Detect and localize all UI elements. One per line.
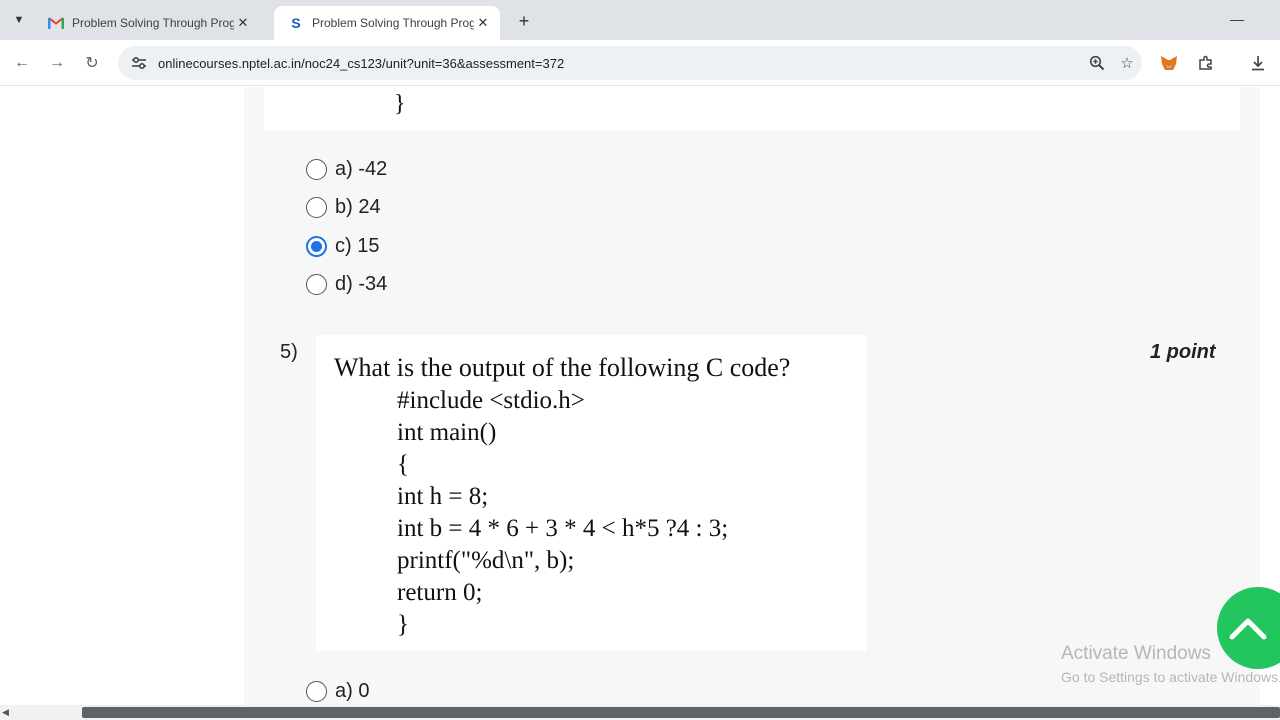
code-line: int main() [397,419,497,446]
question-points: 1 point [1150,341,1216,363]
radio-button-selected[interactable] [306,235,327,257]
option-label: b) 24 [335,195,381,218]
url-text: onlinecourses.nptel.ac.in/noc24_cs123/un… [158,55,565,71]
option-c[interactable]: c) 15 [306,232,379,260]
gmail-icon [48,15,64,31]
close-icon[interactable]: ✕ [234,14,252,32]
tab-title: Problem Solving Through Progr [72,16,234,30]
close-icon[interactable]: ✕ [474,14,492,32]
reload-icon[interactable]: ↻ [80,51,104,75]
code-line: int b = 4 * 6 + 3 * 4 < h*5 ?4 : 3; [397,515,729,542]
code-line: return 0; [397,579,483,606]
option-label: a) -42 [335,157,388,180]
code-line: int h = 8; [397,483,489,510]
tab-gmail[interactable]: Problem Solving Through Progr ✕ [34,6,260,40]
new-tab-button[interactable]: + [512,10,536,32]
chevron-down-icon: ▼ [13,14,25,26]
tab-strip: ▼ Problem Solving Through Progr ✕ S Prob… [0,0,1280,40]
q5-option-a[interactable]: a) 0 [306,677,369,705]
radio-button[interactable] [306,196,327,218]
chevron-up-icon [1228,616,1268,640]
minimize-button[interactable]: — [1222,8,1252,30]
forward-icon[interactable]: → [45,51,69,75]
browser-toolbar: ← → ↻ onlinecourses.nptel.ac.in/noc24_cs… [0,40,1280,86]
option-label: c) 15 [335,234,380,257]
option-label: a) 0 [335,679,370,702]
zoom-icon[interactable] [1082,48,1112,78]
question-number: 5) [280,341,298,363]
tab-search-button[interactable]: ▼ [6,8,32,32]
scroll-left-icon[interactable]: ◀ [2,707,9,718]
horizontal-scrollbar[interactable]: ◀ [0,705,1280,720]
swayam-icon: S [291,15,301,31]
site-settings-icon[interactable] [124,48,154,78]
radio-button[interactable] [306,158,327,180]
previous-question-code: } [264,87,1240,131]
watermark-subtitle: Go to Settings to activate Windows. [1061,669,1280,685]
option-label: d) -34 [335,272,388,295]
radio-button[interactable] [306,680,327,702]
code-line: { [397,451,409,478]
download-icon[interactable] [1245,51,1271,75]
code-line: #include <stdio.h> [397,387,585,414]
metamask-extension-icon[interactable] [1156,51,1182,75]
tab-nptel[interactable]: S Problem Solving Through Progr ✕ [274,6,500,40]
option-d[interactable]: d) -34 [306,270,387,298]
page-content: } a) -42 b) 24 c) 15 d) -34 5) 1 point W… [0,87,1280,705]
code-line: } [397,611,409,638]
watermark-title: Activate Windows [1061,643,1211,664]
address-bar[interactable]: onlinecourses.nptel.ac.in/noc24_cs123/un… [118,46,1142,80]
code-line: printf("%d\n", b); [397,547,575,574]
option-b[interactable]: b) 24 [306,193,381,221]
option-a[interactable]: a) -42 [306,155,387,183]
question-image: What is the output of the following C co… [316,335,866,651]
bookmark-star-icon[interactable]: ☆ [1112,48,1142,78]
scrollbar-thumb[interactable] [82,707,1280,718]
code-closing-brace: } [394,91,406,117]
extensions-puzzle-icon[interactable] [1193,51,1219,75]
radio-button[interactable] [306,273,327,295]
windows-activation-watermark: Activate Windows Go to Settings to activ… [1061,643,1280,685]
question-prompt: What is the output of the following C co… [334,353,791,382]
tab-title: Problem Solving Through Progr [312,16,474,30]
back-icon[interactable]: ← [10,51,34,75]
